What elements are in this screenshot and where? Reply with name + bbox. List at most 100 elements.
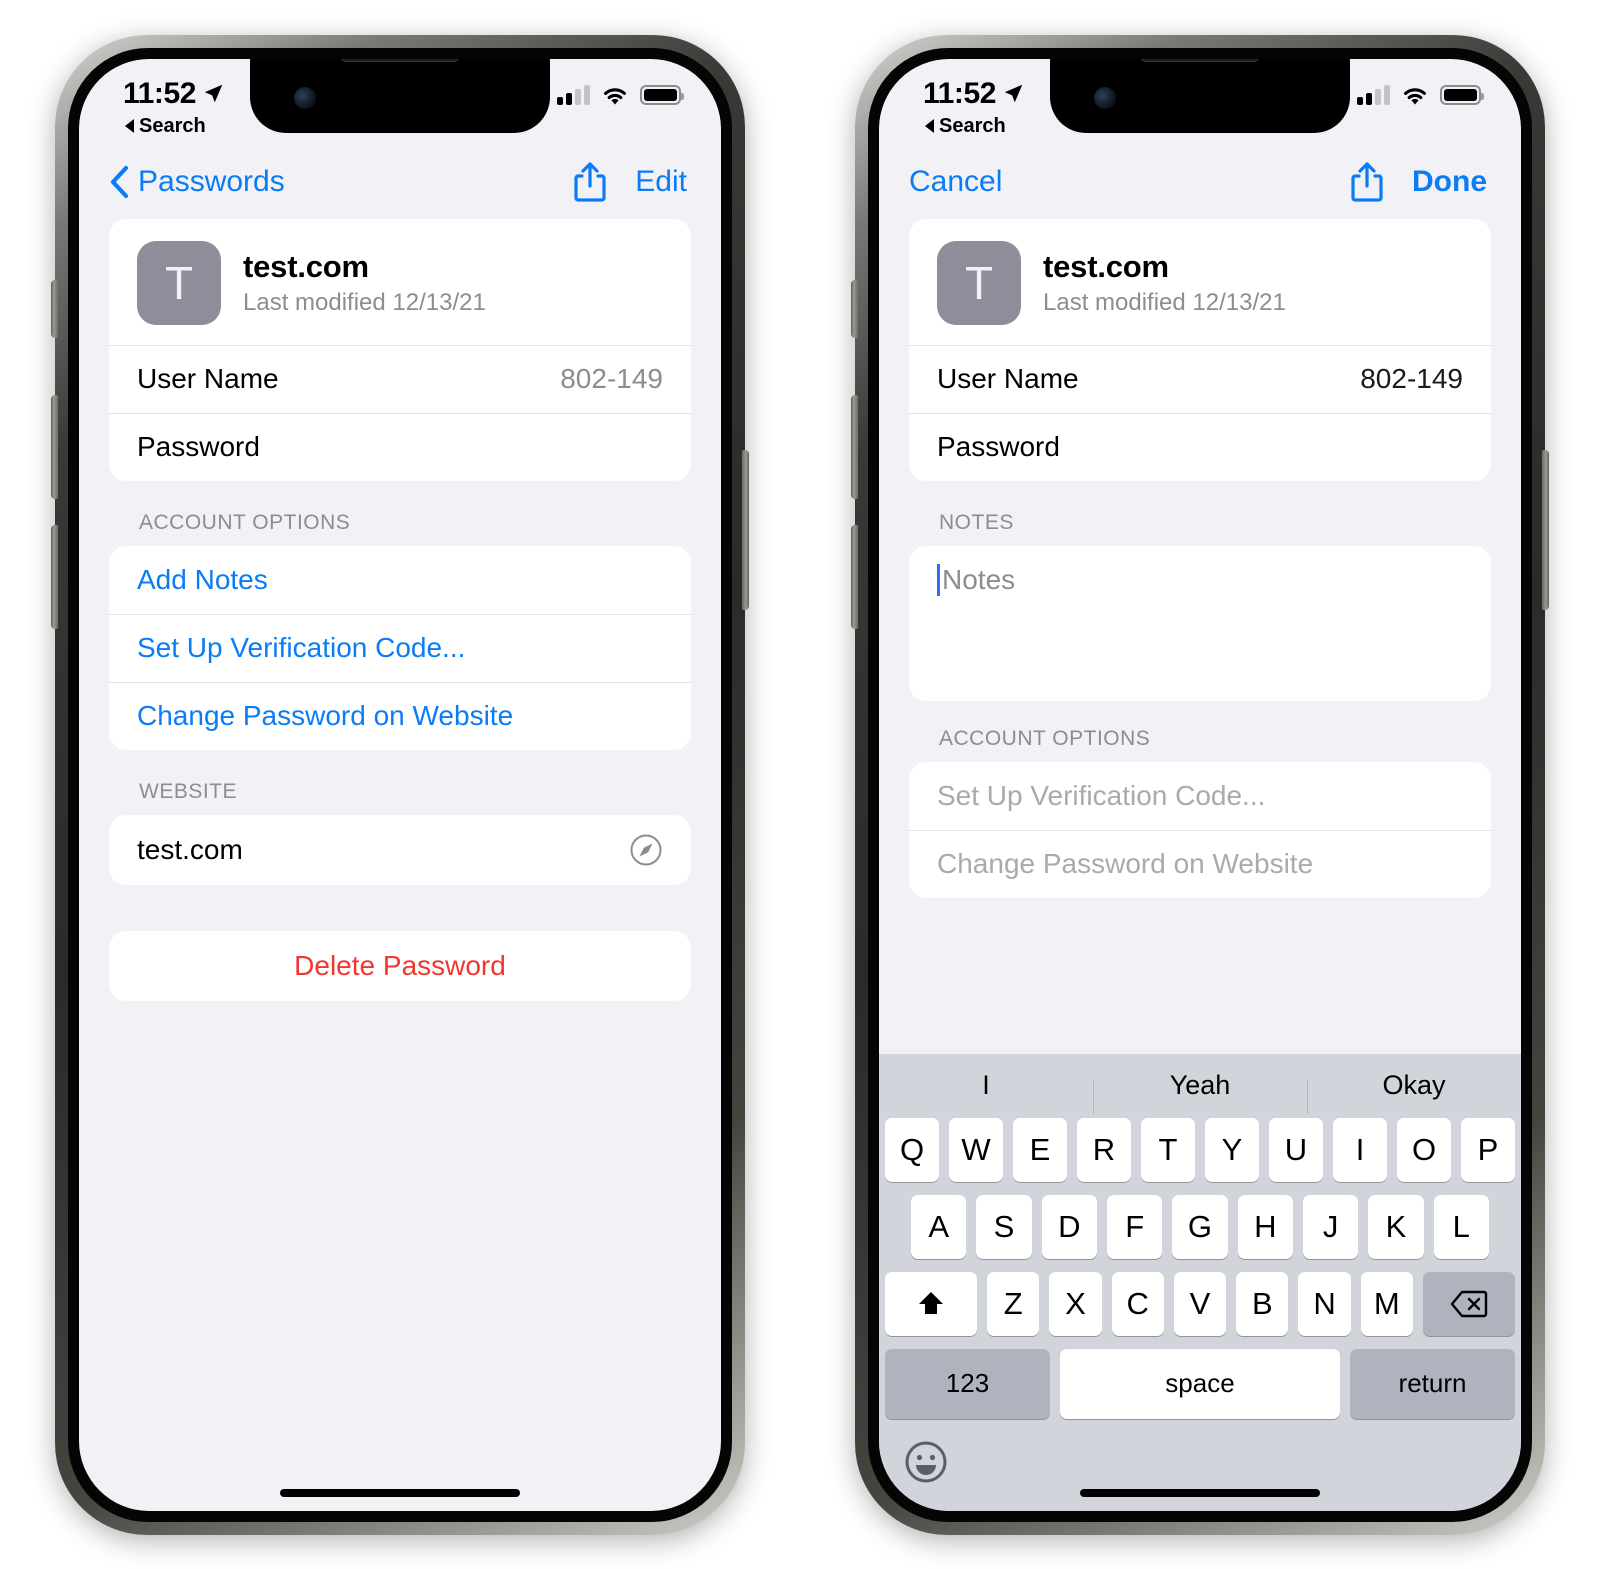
status-bar-left: 11:52 Search xyxy=(923,78,1024,138)
backspace-key[interactable] xyxy=(1422,1271,1515,1336)
key-h[interactable]: H xyxy=(1237,1194,1293,1259)
notes-input[interactable]: Notes xyxy=(909,545,1491,701)
keyboard-row-1: Q W E R T Y U I O P xyxy=(879,1117,1521,1182)
status-back-label: Search xyxy=(139,114,206,137)
emoji-smiley-icon[interactable] xyxy=(903,1439,949,1485)
website-value: test.com xyxy=(137,833,243,865)
account-options-section-label: ACCOUNT OPTIONS xyxy=(139,510,351,534)
volume-down-button[interactable] xyxy=(851,524,858,629)
key-x[interactable]: X xyxy=(1049,1271,1102,1336)
done-button[interactable]: Done xyxy=(1412,165,1487,199)
key-a[interactable]: A xyxy=(911,1194,967,1259)
share-icon[interactable] xyxy=(1350,161,1384,203)
volume-up-button[interactable] xyxy=(51,394,58,499)
key-z[interactable]: Z xyxy=(987,1271,1040,1336)
shift-up-arrow-icon xyxy=(919,1291,944,1314)
space-key[interactable]: space xyxy=(1060,1348,1340,1419)
key-i[interactable]: I xyxy=(1333,1117,1387,1182)
set-up-verification-code-button: Set Up Verification Code... xyxy=(937,779,1266,811)
battery-full-icon xyxy=(1440,85,1484,105)
delete-password-button[interactable]: Delete Password xyxy=(109,930,691,1001)
volume-down-button[interactable] xyxy=(51,524,58,629)
password-label: Password xyxy=(137,431,260,462)
home-indicator[interactable] xyxy=(280,1488,520,1497)
edit-button[interactable]: Edit xyxy=(635,165,687,199)
site-last-modified: Last modified 12/13/21 xyxy=(243,288,486,316)
key-s[interactable]: S xyxy=(976,1194,1032,1259)
status-back-to-search[interactable]: Search xyxy=(125,115,224,138)
left-content: T test.com Last modified 12/13/21 User N… xyxy=(79,218,721,1001)
site-header-text: test.com Last modified 12/13/21 xyxy=(1043,249,1286,317)
key-v[interactable]: V xyxy=(1173,1271,1227,1336)
prediction-3[interactable]: Okay xyxy=(1307,1070,1521,1114)
key-w[interactable]: W xyxy=(949,1117,1003,1182)
cancel-button[interactable]: Cancel xyxy=(909,165,1002,199)
wifi-icon xyxy=(604,87,626,104)
website-card: test.com xyxy=(109,814,691,885)
return-key[interactable]: return xyxy=(1350,1348,1515,1419)
left-nav-bar: Passwords Edit xyxy=(79,145,721,219)
password-row[interactable]: Password xyxy=(909,412,1491,481)
set-up-verification-code-button[interactable]: Set Up Verification Code... xyxy=(109,613,691,682)
username-row[interactable]: User Name 802-149 xyxy=(109,344,691,413)
key-f[interactable]: F xyxy=(1107,1194,1163,1259)
chevron-left-icon xyxy=(110,165,129,198)
notes-section-label: NOTES xyxy=(939,510,1014,534)
key-u[interactable]: U xyxy=(1269,1117,1323,1182)
mute-switch[interactable] xyxy=(851,279,858,338)
keyboard-row-2: A S D F G H J K L xyxy=(879,1194,1521,1259)
back-triangle-icon xyxy=(125,119,134,133)
key-g[interactable]: G xyxy=(1172,1194,1228,1259)
key-q[interactable]: Q xyxy=(885,1117,939,1182)
back-to-passwords-button[interactable]: Passwords xyxy=(109,165,285,199)
password-row[interactable]: Password xyxy=(109,412,691,481)
key-y[interactable]: Y xyxy=(1205,1117,1259,1182)
shift-key[interactable] xyxy=(885,1271,978,1336)
power-button[interactable] xyxy=(742,449,749,610)
home-indicator[interactable] xyxy=(1080,1488,1320,1497)
key-t[interactable]: T xyxy=(1141,1117,1195,1182)
safari-compass-icon[interactable] xyxy=(629,833,663,867)
account-options-section-label: ACCOUNT OPTIONS xyxy=(939,726,1151,750)
add-notes-button[interactable]: Add Notes xyxy=(109,546,691,614)
right-nav-bar: Cancel Done xyxy=(879,145,1521,219)
volume-up-button[interactable] xyxy=(851,394,858,499)
power-button[interactable] xyxy=(1542,449,1549,610)
key-b[interactable]: B xyxy=(1236,1271,1289,1336)
key-m[interactable]: M xyxy=(1360,1271,1413,1336)
status-time: 11:52 xyxy=(123,76,197,110)
key-p[interactable]: P xyxy=(1461,1117,1515,1182)
change-password-on-website-button[interactable]: Change Password on Website xyxy=(109,681,691,750)
key-r[interactable]: R xyxy=(1077,1117,1131,1182)
prediction-1[interactable]: I xyxy=(879,1070,1093,1101)
notes-placeholder-wrap: Notes xyxy=(937,563,1015,596)
key-j[interactable]: J xyxy=(1302,1194,1359,1259)
right-nav-actions: Done xyxy=(1350,161,1487,203)
text-caret xyxy=(937,563,940,596)
right-phone-screen: 11:52 Search Cancel Done T test.com Last… xyxy=(879,58,1521,1511)
left-phone-bezel: 11:52 Search Passwords Edit T test.com L… xyxy=(68,47,732,1522)
share-icon[interactable] xyxy=(573,161,607,203)
key-c[interactable]: C xyxy=(1111,1271,1164,1336)
website-row[interactable]: test.com xyxy=(109,815,691,885)
numbers-key[interactable]: 123 xyxy=(885,1348,1050,1419)
username-value: 802-149 xyxy=(1360,363,1463,394)
password-detail-card: T test.com Last modified 12/13/21 User N… xyxy=(109,218,691,481)
key-d[interactable]: D xyxy=(1041,1194,1097,1259)
right-nav-left: Cancel xyxy=(909,165,1002,199)
key-l[interactable]: L xyxy=(1433,1194,1489,1259)
username-row[interactable]: User Name 802-149 xyxy=(909,344,1491,413)
site-header-text: test.com Last modified 12/13/21 xyxy=(243,249,486,317)
prediction-2[interactable]: Yeah xyxy=(1093,1070,1307,1114)
on-screen-keyboard: I Yeah Okay Q W E R T Y U I O P A S D F … xyxy=(879,1053,1521,1511)
backspace-delete-icon xyxy=(1450,1290,1488,1317)
left-phone-screen: 11:52 Search Passwords Edit T test.com L… xyxy=(79,58,721,1511)
key-k[interactable]: K xyxy=(1368,1194,1424,1259)
status-back-to-search[interactable]: Search xyxy=(925,115,1024,138)
key-n[interactable]: N xyxy=(1298,1271,1351,1336)
key-o[interactable]: O xyxy=(1397,1117,1451,1182)
keyboard-row-3: Z X C V B N M xyxy=(879,1271,1521,1336)
site-icon-tile: T xyxy=(937,240,1021,325)
key-e[interactable]: E xyxy=(1013,1117,1067,1182)
mute-switch[interactable] xyxy=(51,279,58,338)
